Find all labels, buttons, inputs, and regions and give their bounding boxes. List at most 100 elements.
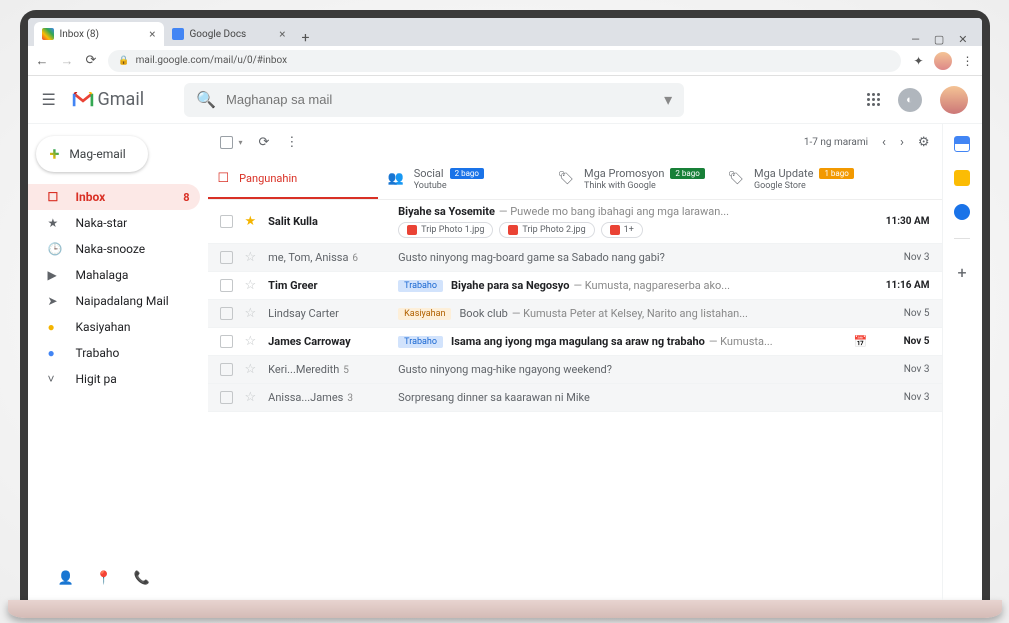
- star-icon[interactable]: ☆: [245, 278, 257, 293]
- star-icon[interactable]: ★: [245, 214, 257, 229]
- email-sender: me, Tom, Anissa6: [268, 251, 398, 264]
- email-checkbox[interactable]: [220, 335, 233, 348]
- category-label: Mga Promosyon: [584, 167, 664, 180]
- attachment-chip[interactable]: 1+: [601, 222, 643, 238]
- docs-favicon: [172, 28, 184, 40]
- keep-icon[interactable]: [954, 170, 970, 186]
- sidebar-item-higit-pa[interactable]: ˅ Higit pa: [28, 366, 200, 392]
- email-checkbox[interactable]: [220, 215, 233, 228]
- category-tab-pangunahin[interactable]: ☐ Pangunahin: [208, 160, 378, 199]
- select-all-checkbox[interactable]: [220, 136, 233, 149]
- star-icon[interactable]: ☆: [245, 362, 257, 377]
- email-row[interactable]: ☆ me, Tom, Anissa6 Gusto ninyong mag-boa…: [208, 244, 942, 272]
- category-tab-social[interactable]: 👥 Social2 bago Youtube: [378, 160, 548, 199]
- send-icon: ➤: [48, 294, 62, 308]
- sidebar-item-naka-star[interactable]: ★ Naka-star: [28, 210, 200, 236]
- event-icon: 📅: [854, 335, 868, 348]
- sidebar-item-label: Naka-star: [76, 216, 128, 230]
- category-icon: 🏷: [558, 171, 575, 186]
- email-subject: Biyahe para sa Negosyo: [451, 279, 569, 292]
- label-chip[interactable]: Trabaho: [398, 336, 443, 348]
- sidebar-item-inbox[interactable]: ☐ Inbox 8: [28, 184, 200, 210]
- category-subtext: Think with Google: [584, 181, 705, 191]
- email-subject: Gusto ninyong mag-hike ngayong weekend?: [398, 363, 612, 376]
- back-icon[interactable]: ←: [36, 53, 49, 69]
- calendar-icon[interactable]: [954, 136, 970, 152]
- star-icon[interactable]: ☆: [245, 250, 257, 265]
- email-checkbox[interactable]: [220, 307, 233, 320]
- email-row[interactable]: ☆ James Carroway Trabaho Isama ang iyong…: [208, 328, 942, 356]
- gmail-logo[interactable]: Gmail: [72, 89, 145, 110]
- close-window-icon[interactable]: ✕: [958, 33, 967, 46]
- email-row[interactable]: ☆ Anissa...James3 Sorpresang dinner sa k…: [208, 384, 942, 412]
- star-icon[interactable]: ☆: [245, 390, 257, 405]
- reload-icon[interactable]: ⟳: [86, 53, 97, 68]
- browser-tab-docs[interactable]: Google Docs ×: [164, 22, 294, 46]
- hamburger-menu-icon[interactable]: ☰: [42, 90, 62, 109]
- more-icon[interactable]: ⋮: [285, 135, 298, 150]
- new-tab-button[interactable]: +: [294, 30, 318, 46]
- email-checkbox[interactable]: [220, 279, 233, 292]
- prev-page-icon[interactable]: ‹: [882, 135, 886, 150]
- search-box[interactable]: 🔍 ▾: [184, 83, 684, 117]
- star-icon[interactable]: ☆: [245, 306, 257, 321]
- next-page-icon[interactable]: ›: [900, 135, 904, 150]
- tasks-icon[interactable]: [954, 204, 970, 220]
- browser-tab-inbox[interactable]: Inbox (8) ×: [34, 22, 164, 46]
- extensions-icon[interactable]: ✦: [913, 54, 923, 68]
- email-checkbox[interactable]: [220, 251, 233, 264]
- close-tab-icon[interactable]: ×: [279, 27, 285, 41]
- label-chip[interactable]: Trabaho: [398, 280, 443, 292]
- settings-gear-icon[interactable]: ⚙: [918, 135, 930, 150]
- minimize-icon[interactable]: —: [911, 33, 920, 46]
- email-subject: Isama ang iyong mga magulang sa araw ng …: [451, 335, 705, 348]
- email-sender: Keri...Meredith5: [268, 363, 398, 376]
- star-icon[interactable]: ☆: [245, 334, 257, 349]
- label-chip[interactable]: Kasiyahan: [398, 308, 451, 320]
- attachment-chip[interactable]: Trip Photo 1.jpg: [398, 222, 493, 238]
- email-row[interactable]: ☆ Keri...Meredith5 Gusto ninyong mag-hik…: [208, 356, 942, 384]
- sidebar-item-naipadalang-mail[interactable]: ➤ Naipadalang Mail: [28, 288, 200, 314]
- category-label: Social: [414, 167, 444, 180]
- sidebar-item-naka-snooze[interactable]: 🕒 Naka-snooze: [28, 236, 200, 262]
- browser-menu-icon[interactable]: ⋮: [962, 54, 974, 68]
- search-dropdown-icon[interactable]: ▾: [664, 90, 672, 109]
- category-subtext: Youtube: [414, 181, 484, 191]
- search-input[interactable]: [226, 92, 654, 107]
- addons-plus-icon[interactable]: +: [957, 263, 966, 282]
- notifications-icon[interactable]: ◐: [898, 88, 922, 112]
- sidebar-item-mahalaga[interactable]: ▶ Mahalaga: [28, 262, 200, 288]
- category-tab-mga-promosyon[interactable]: 🏷 Mga Promosyon2 bago Think with Google: [548, 160, 718, 199]
- email-checkbox[interactable]: [220, 391, 233, 404]
- apps-grid-icon[interactable]: [867, 93, 880, 106]
- content-area: ▾ ⟳ ⋮ 1-7 ng marami ‹ › ⚙ ☐ Pangunahin 👥…: [208, 124, 942, 600]
- account-avatar[interactable]: [940, 86, 968, 114]
- email-row[interactable]: ☆ Lindsay Carter Kasiyahan Book club — K…: [208, 300, 942, 328]
- email-row[interactable]: ☆ Tim Greer Trabaho Biyahe para sa Negos…: [208, 272, 942, 300]
- maximize-icon[interactable]: ▢: [934, 33, 944, 46]
- category-tab-mga-update[interactable]: 🏷 Mga Update1 bago Google Store: [718, 160, 888, 199]
- compose-button[interactable]: + Mag-email: [36, 136, 148, 172]
- divider: [954, 238, 970, 239]
- refresh-icon[interactable]: ⟳: [259, 135, 270, 150]
- profile-avatar-icon[interactable]: [934, 52, 952, 70]
- email-sender: Salit Kulla: [268, 215, 398, 228]
- email-row[interactable]: ★ Salit Kulla Biyahe sa Yosemite — Puwed…: [208, 200, 942, 244]
- email-date: Nov 3: [874, 364, 930, 375]
- email-sender: Lindsay Carter: [268, 307, 398, 320]
- contacts-icon[interactable]: 👤: [58, 571, 74, 586]
- inbox-icon: ☐: [48, 190, 62, 204]
- spaces-icon[interactable]: 📍: [96, 571, 112, 586]
- select-dropdown-icon[interactable]: ▾: [239, 138, 243, 147]
- category-icon: 👥: [388, 171, 404, 186]
- sidebar-item-trabaho[interactable]: ● Trabaho: [28, 340, 200, 366]
- email-checkbox[interactable]: [220, 363, 233, 376]
- phone-icon[interactable]: 📞: [134, 571, 150, 586]
- forward-icon[interactable]: →: [61, 53, 74, 69]
- attachment-chip[interactable]: Trip Photo 2.jpg: [499, 222, 594, 238]
- sidebar-item-kasiyahan[interactable]: ● Kasiyahan: [28, 314, 200, 340]
- plus-icon: +: [50, 144, 60, 165]
- category-label: Pangunahin: [239, 172, 297, 185]
- close-tab-icon[interactable]: ×: [149, 27, 155, 41]
- url-bar[interactable]: 🔒 mail.google.com/mail/u/0/#inbox: [108, 50, 901, 72]
